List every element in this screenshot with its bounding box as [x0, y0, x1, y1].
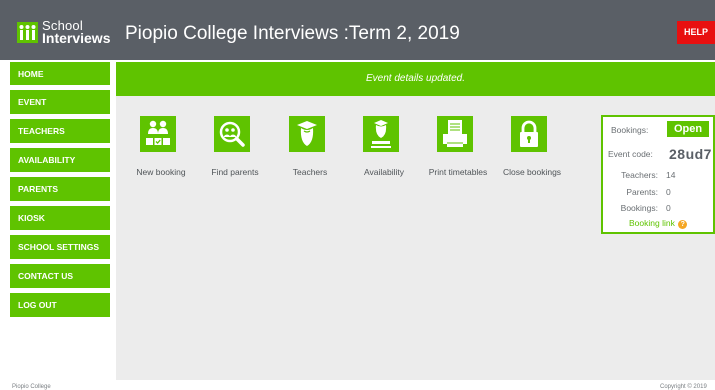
event-status-panel: Bookings: Open Event code: 28ud7 Teacher…	[601, 115, 715, 234]
sidebar-item-teachers[interactable]: TEACHERS	[10, 119, 110, 143]
school-interviews-logo[interactable]: School Interviews	[17, 19, 111, 46]
page: School Interviews Piopio College Intervi…	[0, 0, 715, 390]
lock-icon	[511, 116, 547, 152]
availability-icon	[363, 116, 399, 152]
new-booking-icon	[140, 116, 176, 152]
footer-school-name: Piopio College	[12, 384, 51, 390]
logo-text-bottom: Interviews	[42, 30, 111, 46]
event-code-label: Event code:	[608, 149, 653, 159]
teachers-count-value: 14	[666, 170, 676, 180]
sidebar-item-kiosk[interactable]: KIOSK	[10, 206, 110, 230]
bookings-count-label: Bookings:	[620, 203, 658, 213]
teacher-icon	[289, 116, 325, 152]
bookings-open-badge[interactable]: Open	[667, 121, 709, 137]
teachers-count-label: Teachers:	[621, 170, 658, 180]
sidebar-item-school-settings[interactable]: SCHOOL SETTINGS	[10, 235, 110, 259]
help-button[interactable]: HELP	[677, 21, 715, 44]
booking-link-text: Booking link	[629, 218, 675, 228]
sidebar-item-event[interactable]: EVENT	[10, 90, 110, 114]
bookings-state-label: Bookings:	[611, 125, 649, 135]
status-banner: Event details updated.	[116, 62, 715, 96]
sidebar-item-contact-us[interactable]: CONTACT US	[10, 264, 110, 288]
page-title: Piopio College Interviews :Term 2, 2019	[125, 23, 460, 44]
parents-count-value: 0	[666, 187, 671, 197]
printer-icon	[437, 116, 473, 152]
booking-link[interactable]: Booking link ?	[629, 218, 688, 229]
sidebar-item-parents[interactable]: PARENTS	[10, 177, 110, 201]
footer-copyright: Copyright © 2019	[660, 384, 707, 390]
close-bookings-tile[interactable]: Close bookings	[492, 116, 572, 186]
sidebar-item-log-out[interactable]: LOG OUT	[10, 293, 110, 317]
event-code-value: 28ud7	[669, 146, 712, 162]
sidebar-item-availability[interactable]: AVAILABILITY	[10, 148, 110, 172]
parents-count-label: Parents:	[626, 187, 658, 197]
close-bookings-label: Close bookings	[502, 167, 562, 177]
bookings-count-value: 0	[666, 203, 671, 213]
logo-mark-icon	[17, 22, 38, 43]
sidebar-item-home[interactable]: HOME	[10, 62, 110, 85]
find-parents-icon	[214, 116, 250, 152]
top-header: School Interviews Piopio College Intervi…	[0, 0, 715, 60]
sidebar-nav: HOME EVENT TEACHERS AVAILABILITY PARENTS…	[10, 62, 110, 322]
help-question-icon[interactable]: ?	[678, 220, 688, 229]
